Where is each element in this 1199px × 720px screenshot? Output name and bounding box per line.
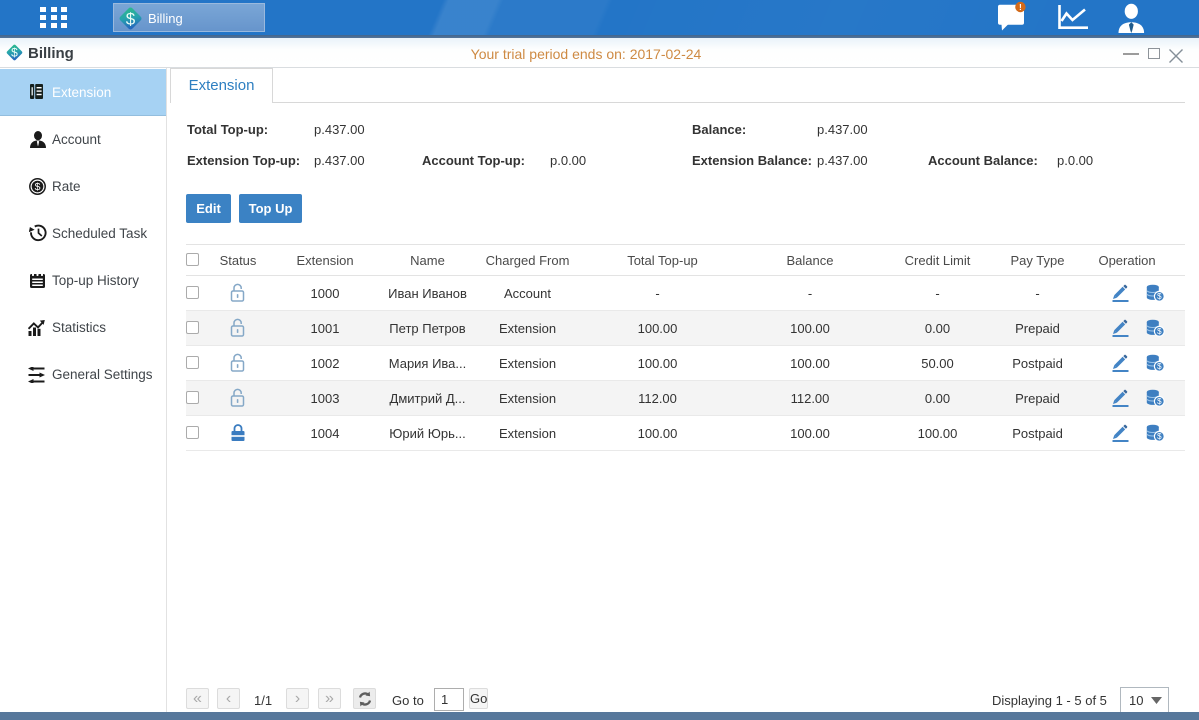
svg-text:$: $ <box>1157 327 1162 336</box>
svg-text:$: $ <box>1157 397 1162 406</box>
svg-text:$: $ <box>1157 292 1162 301</box>
svg-text:$: $ <box>35 181 41 193</box>
svg-text:$: $ <box>1157 432 1162 441</box>
svg-text:!: ! <box>1019 2 1022 12</box>
svg-text:$: $ <box>1157 362 1162 371</box>
svg-text:$: $ <box>126 10 136 29</box>
